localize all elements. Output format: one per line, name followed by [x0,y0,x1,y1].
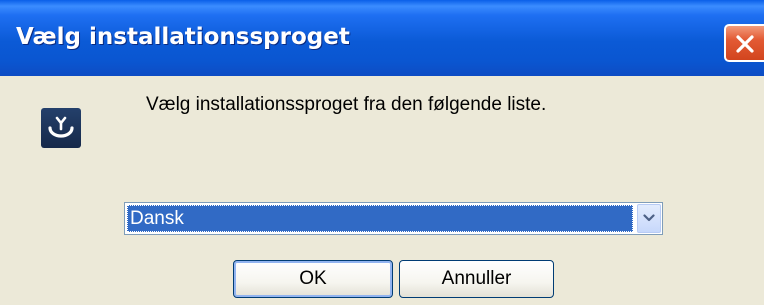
close-button[interactable] [724,24,764,62]
installer-icon [41,108,81,148]
dialog-prompt: Vælg installationssproget fra den følgen… [146,94,547,115]
dropdown-button[interactable] [637,204,661,233]
installer-dialog: Vælg installationssproget Vælg installat… [0,0,764,305]
title-bar[interactable]: Vælg installationssproget [0,0,764,76]
language-select-value[interactable]: Dansk [127,205,633,232]
ok-button[interactable]: OK [233,260,393,298]
dialog-body: Vælg installationssproget fra den følgen… [0,76,764,305]
language-select[interactable]: Dansk [124,202,663,235]
cancel-button[interactable]: Annuller [399,260,554,298]
window-title: Vælg installationssproget [16,24,350,50]
